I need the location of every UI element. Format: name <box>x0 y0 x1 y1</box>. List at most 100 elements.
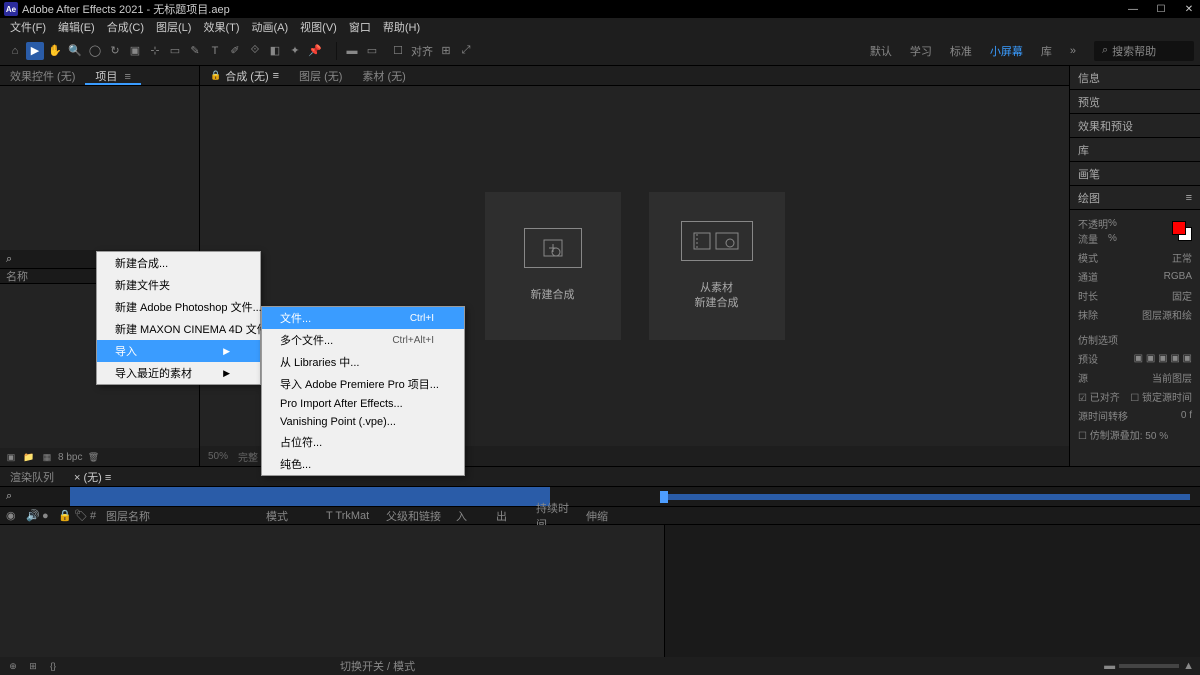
erase-dropdown[interactable]: 图层源和绘 <box>1142 307 1192 322</box>
workspace-more-icon[interactable]: » <box>1070 45 1076 57</box>
minimize-button[interactable]: — <box>1126 2 1140 16</box>
home-tool-icon[interactable]: ⌂ <box>6 42 24 60</box>
panel-library[interactable]: 库 <box>1070 138 1200 162</box>
zoom-dropdown[interactable]: 50% <box>208 451 228 462</box>
roto-tool-icon[interactable]: ✦ <box>286 42 304 60</box>
maximize-button[interactable]: ☐ <box>1154 2 1168 16</box>
menu-composition[interactable]: 合成(C) <box>101 18 150 36</box>
clone-tool-icon[interactable]: ⟐ <box>246 42 264 60</box>
workspace-learn[interactable]: 学习 <box>910 43 932 59</box>
menu-animation[interactable]: 动画(A) <box>246 18 295 36</box>
source-dropdown[interactable]: 当前图层 <box>1152 370 1192 385</box>
tab-timeline-none[interactable]: × (无) ≡ <box>74 469 111 485</box>
tl-toggle2-icon[interactable]: ⊞ <box>26 659 40 673</box>
orbit-tool-icon[interactable]: ◯ <box>86 42 104 60</box>
tab-project[interactable]: 项目 <box>85 66 140 85</box>
ctx-vanishing-point[interactable]: Vanishing Point (.vpe)... <box>262 413 464 431</box>
ctx-new-folder[interactable]: 新建文件夹 <box>97 274 260 296</box>
col-stretch[interactable]: 伸缩 <box>580 508 620 524</box>
col-solo-icon[interactable]: ● <box>36 510 52 522</box>
new-comp-from-footage-card[interactable]: 从素材 新建合成 <box>649 192 785 340</box>
close-button[interactable]: ✕ <box>1182 2 1196 16</box>
resolution-dropdown[interactable]: 完整 <box>238 449 258 464</box>
eraser-tool-icon[interactable]: ◧ <box>266 42 284 60</box>
zoom-tool-icon[interactable]: 🔍 <box>66 42 84 60</box>
tab-composition[interactable]: 🔒 合成 (无) ≡ <box>210 68 279 84</box>
new-folder-icon[interactable]: 📁 <box>22 450 36 464</box>
tab-layer[interactable]: 图层 (无) <box>299 68 342 84</box>
mode-dropdown[interactable]: 正常 <box>1172 250 1192 265</box>
help-search[interactable]: ⌕ 搜索帮助 <box>1094 41 1194 61</box>
workspace-default[interactable]: 默认 <box>870 43 892 59</box>
fg-color-icon[interactable] <box>1172 221 1186 235</box>
stroke-icon[interactable]: ▭ <box>363 42 381 60</box>
panel-menu-icon[interactable] <box>120 71 130 83</box>
panel-preview[interactable]: 预览 <box>1070 90 1200 114</box>
ctx-new-photoshop[interactable]: 新建 Adobe Photoshop 文件... <box>97 296 260 318</box>
panel-paint[interactable]: 绘图≡ <box>1070 186 1200 210</box>
col-label-icon[interactable]: 🏷 <box>68 509 84 522</box>
col-lock-icon[interactable]: 🔒 <box>52 509 68 522</box>
workspace-library[interactable]: 库 <box>1041 43 1052 59</box>
new-comp-icon[interactable]: ▦ <box>40 450 54 464</box>
panel-info[interactable]: 信息 <box>1070 66 1200 90</box>
panbehind-tool-icon[interactable]: ⊹ <box>146 42 164 60</box>
new-composition-card[interactable]: 新建合成 <box>485 192 621 340</box>
interpret-footage-icon[interactable]: ▣ <box>4 450 18 464</box>
col-trkmat[interactable]: T TrkMat <box>320 510 380 522</box>
menu-edit[interactable]: 编辑(E) <box>52 18 101 36</box>
timeline-playhead-icon[interactable] <box>660 491 668 503</box>
ctx-solid[interactable]: 纯色... <box>262 453 464 475</box>
channels-dropdown[interactable]: RGBA <box>1164 271 1192 282</box>
snap-option2-icon[interactable]: ⤢ <box>457 42 475 60</box>
tab-effect-controls[interactable]: 效果控件 (无) <box>0 66 85 85</box>
menu-window[interactable]: 窗口 <box>343 18 377 36</box>
timeline-work-area[interactable] <box>660 494 1190 500</box>
snap-option-icon[interactable]: ⊞ <box>437 42 455 60</box>
workspace-standard[interactable]: 标准 <box>950 43 972 59</box>
lock-icon[interactable]: 🔒 <box>210 70 221 81</box>
selection-tool-icon[interactable]: ▶ <box>26 42 44 60</box>
ctx-pro-import[interactable]: Pro Import After Effects... <box>262 395 464 413</box>
camera-tool-icon[interactable]: ▣ <box>126 42 144 60</box>
menu-layer[interactable]: 图层(L) <box>150 18 197 36</box>
workspace-smallscreen[interactable]: 小屏幕 <box>990 43 1023 59</box>
ctx-import-multiple[interactable]: 多个文件...Ctrl+Alt+I <box>262 329 464 351</box>
timeline-layer-list[interactable] <box>0 525 665 657</box>
hand-tool-icon[interactable]: ✋ <box>46 42 64 60</box>
panel-effects-presets[interactable]: 效果和预设 <box>1070 114 1200 138</box>
rotate-tool-icon[interactable]: ↻ <box>106 42 124 60</box>
ctx-new-composition[interactable]: 新建合成... <box>97 252 260 274</box>
tab-render-queue[interactable]: 渲染队列 <box>10 469 54 485</box>
timeline-search[interactable]: ⌕ <box>0 487 70 506</box>
panel-brushes[interactable]: 画笔 <box>1070 162 1200 186</box>
ctx-import-file[interactable]: 文件...Ctrl+I <box>262 307 464 329</box>
col-layer-name[interactable]: 图层名称 <box>100 508 260 524</box>
menu-help[interactable]: 帮助(H) <box>377 18 426 36</box>
tab-footage[interactable]: 素材 (无) <box>362 68 405 84</box>
delete-icon[interactable]: 🗑 <box>86 450 100 464</box>
timeline-time-input[interactable] <box>70 487 550 506</box>
menu-effect[interactable]: 效果(T) <box>197 18 245 36</box>
puppet-tool-icon[interactable]: 📌 <box>306 42 324 60</box>
ctx-import[interactable]: 导入▶ <box>97 340 260 362</box>
col-out[interactable]: 出 <box>490 508 530 524</box>
col-mode[interactable]: 模式 <box>260 508 320 524</box>
ctx-import-premiere[interactable]: 导入 Adobe Premiere Pro 项目... <box>262 373 464 395</box>
duration-dropdown[interactable]: 固定 <box>1172 288 1192 303</box>
ctx-placeholder[interactable]: 占位符... <box>262 431 464 453</box>
col-eye-icon[interactable]: ◉ <box>0 509 20 522</box>
tl-toggle3-icon[interactable]: {} <box>46 659 60 673</box>
ctx-new-c4d[interactable]: 新建 MAXON CINEMA 4D 文件... <box>97 318 260 340</box>
snap-checkbox[interactable]: ☐ <box>389 42 407 60</box>
col-parent[interactable]: 父级和链接 <box>380 508 450 524</box>
rect-tool-icon[interactable]: ▭ <box>166 42 184 60</box>
color-swatch[interactable] <box>1172 221 1192 241</box>
brush-tool-icon[interactable]: ✐ <box>226 42 244 60</box>
tl-toggle1-icon[interactable]: ⊕ <box>6 659 20 673</box>
pen-tool-icon[interactable]: ✎ <box>186 42 204 60</box>
timeline-track-area[interactable] <box>665 525 1200 657</box>
bpc-indicator[interactable]: 8 bpc <box>58 452 82 463</box>
ctx-import-libraries[interactable]: 从 Libraries 中... <box>262 351 464 373</box>
col-name[interactable]: 名称 <box>6 268 28 284</box>
